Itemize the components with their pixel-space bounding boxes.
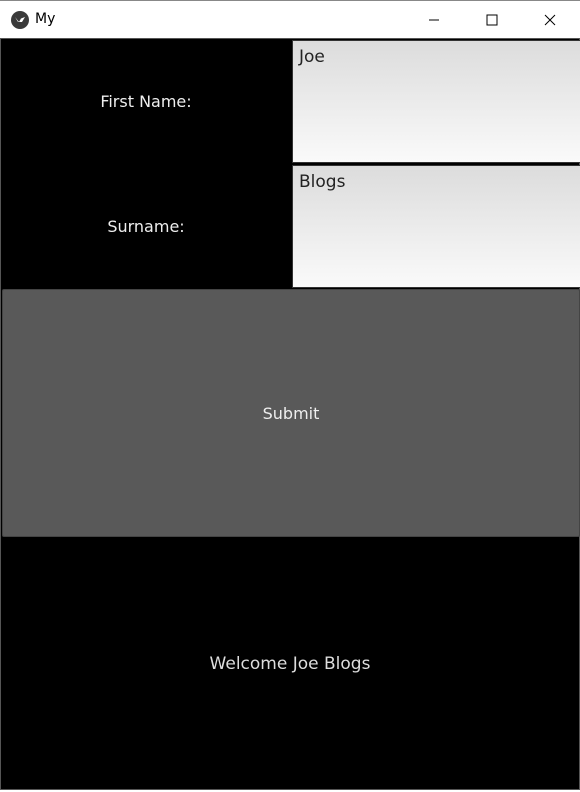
- maximize-button[interactable]: [463, 1, 521, 39]
- surname-input[interactable]: Blogs: [292, 165, 580, 288]
- window-title: My: [35, 11, 56, 27]
- minimize-icon: [429, 19, 439, 21]
- minimize-button[interactable]: [405, 1, 463, 39]
- surname-label: Surname:: [107, 216, 185, 236]
- app-content: First Name: Joe Surname: Blogs Submit We…: [0, 38, 580, 790]
- close-icon: [544, 14, 556, 26]
- maximize-icon: [486, 14, 498, 26]
- welcome-label: Welcome Joe Blogs: [209, 654, 371, 674]
- first-name-input[interactable]: Joe: [292, 40, 580, 163]
- submit-button[interactable]: Submit: [2, 289, 580, 537]
- first-name-label: First Name:: [100, 91, 192, 111]
- title-bar: My: [0, 0, 580, 38]
- kivy-logo-icon: [11, 11, 29, 29]
- close-button[interactable]: [521, 1, 579, 39]
